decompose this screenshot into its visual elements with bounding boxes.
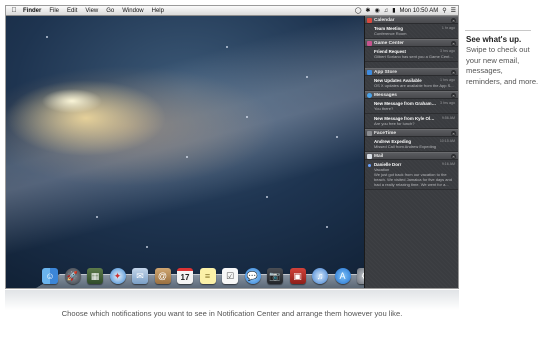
facetime-icon[interactable]: 📷 bbox=[267, 268, 283, 284]
nc-section-game-center: Game Center × Friend Request Gilbert Sor… bbox=[365, 39, 458, 62]
notification-time: 10:15 AM bbox=[439, 139, 455, 143]
spotlight-icon[interactable]: ⚲ bbox=[440, 7, 448, 14]
side-title: See what's up. bbox=[466, 35, 522, 44]
nc-section-calendar: Calendar × Team Meeting Conference Room … bbox=[365, 16, 458, 39]
calendar-icon[interactable]: 17 bbox=[177, 268, 193, 284]
nc-section-facetime: FaceTime × Andrew Expeding Missed Call f… bbox=[365, 129, 458, 152]
notification-time: 3 hrs ago bbox=[440, 101, 455, 105]
nc-section-messages: Messages × New Message from Graham Mi...… bbox=[365, 91, 458, 129]
close-icon[interactable]: × bbox=[451, 130, 456, 136]
notification-item[interactable]: Andrew Expeding Missed Call from Andrew … bbox=[365, 137, 458, 152]
notification-item[interactable]: New Updates Available OS X updates are a… bbox=[365, 76, 458, 91]
notification-time: 9:16 AM bbox=[441, 162, 455, 166]
notification-item[interactable]: New Message from Graham Mi... You there?… bbox=[365, 99, 458, 114]
notification-item[interactable]: New Message from Kyle Olson Are you free… bbox=[365, 114, 458, 129]
notification-time: 1 hr ago bbox=[441, 26, 455, 30]
screen-reflection bbox=[5, 290, 459, 310]
menu-file[interactable]: File bbox=[45, 8, 63, 14]
close-icon[interactable]: × bbox=[451, 40, 456, 46]
unread-dot-icon bbox=[368, 164, 371, 167]
mission-control-icon[interactable]: ▦ bbox=[87, 268, 103, 284]
nc-header-label: Game Center bbox=[374, 40, 404, 46]
nc-header-app-store: App Store × bbox=[365, 68, 458, 76]
menu-edit[interactable]: Edit bbox=[63, 8, 81, 14]
close-icon[interactable]: × bbox=[451, 153, 456, 159]
notification-center-icon[interactable]: ☰ bbox=[449, 7, 458, 14]
side-description: Swipe to check out your new email, messa… bbox=[466, 45, 539, 86]
contacts-icon[interactable]: @ bbox=[154, 268, 171, 284]
notification-detail: Missed Call from Andrew Expeding bbox=[374, 144, 437, 149]
menu-go[interactable]: Go bbox=[102, 8, 118, 14]
close-icon[interactable]: × bbox=[451, 17, 456, 23]
facetime-icon bbox=[367, 130, 372, 136]
notification-detail: Gilbert Soriano has sent you a Game Cent… bbox=[374, 54, 453, 59]
finder-icon[interactable]: ☺ bbox=[42, 268, 58, 284]
notification-body: We just got back from our vacation to th… bbox=[374, 172, 452, 187]
nc-header-label: App Store bbox=[374, 69, 397, 75]
nc-header-label: Mail bbox=[374, 153, 384, 159]
mail-icon[interactable]: ✉ bbox=[132, 268, 148, 284]
app-store-icon bbox=[367, 69, 372, 75]
notes-icon[interactable]: ≡ bbox=[199, 268, 216, 284]
notification-item[interactable]: Team Meeting Conference Room 1 hr ago bbox=[365, 24, 458, 39]
notification-detail: Are you free for lunch? bbox=[374, 121, 415, 126]
mail-icon bbox=[367, 153, 372, 159]
notification-detail: OS X updates are available from the App … bbox=[374, 83, 454, 88]
messages-icon[interactable]: 💬 bbox=[244, 268, 261, 284]
notification-item[interactable]: Friend Request Gilbert Soriano has sent … bbox=[365, 47, 458, 62]
menubar-clock[interactable]: Mon 10:50 AM bbox=[398, 8, 441, 14]
notification-time: 3 hrs ago bbox=[440, 49, 455, 53]
nc-header-mail: Mail × bbox=[365, 152, 458, 160]
mac-desktop-screenshot:  Finder File Edit View Go Window Help ◯… bbox=[5, 5, 459, 289]
notification-time: 1 hrs ago bbox=[440, 78, 455, 82]
calendar-icon bbox=[367, 17, 372, 23]
bluetooth-icon[interactable]: ✱ bbox=[363, 7, 372, 14]
launchpad-icon[interactable]: 🚀 bbox=[64, 268, 81, 284]
photo-booth-icon[interactable]: ▣ bbox=[289, 268, 306, 284]
menu-view[interactable]: View bbox=[81, 8, 102, 14]
dock: ☺ 🚀 ▦ ✦ ✉ @ 17 ≡ ☑ 💬 📷 ▣ ♫ A ⚙ ⇩ 🗑 bbox=[42, 264, 418, 284]
menu-finder[interactable]: Finder bbox=[19, 8, 45, 14]
caption: Choose which notifications you want to s… bbox=[61, 309, 403, 318]
nc-header-label: Calendar bbox=[374, 17, 395, 23]
nc-section-app-store: App Store × New Updates Available OS X u… bbox=[365, 68, 458, 91]
close-icon[interactable]: × bbox=[451, 92, 456, 98]
menu-bar:  Finder File Edit View Go Window Help ◯… bbox=[6, 6, 458, 16]
volume-icon[interactable]: ♫ bbox=[382, 8, 391, 14]
notification-detail: You there? bbox=[374, 106, 394, 111]
messages-icon bbox=[367, 92, 372, 98]
notification-center-panel: Calendar × Team Meeting Conference Room … bbox=[364, 16, 458, 288]
nc-header-messages: Messages × bbox=[365, 91, 458, 99]
nc-header-label: Messages bbox=[374, 92, 397, 98]
reminders-icon[interactable]: ☑ bbox=[222, 268, 238, 284]
nc-header-label: FaceTime bbox=[374, 130, 397, 136]
itunes-icon[interactable]: ♫ bbox=[312, 268, 328, 284]
nc-header-facetime: FaceTime × bbox=[365, 129, 458, 137]
wifi-icon[interactable]: ◉ bbox=[372, 7, 381, 14]
close-icon[interactable]: × bbox=[451, 69, 456, 75]
nc-section-mail: Mail × Danielle Dorr Vacation We just go… bbox=[365, 152, 458, 190]
nc-header-calendar: Calendar × bbox=[365, 16, 458, 24]
app-store-icon[interactable]: A bbox=[334, 268, 351, 284]
safari-icon[interactable]: ✦ bbox=[109, 268, 126, 284]
menu-window[interactable]: Window bbox=[118, 8, 147, 14]
apple-menu-icon[interactable]:  bbox=[9, 7, 19, 14]
notification-item[interactable]: Danielle Dorr Vacation We just got back … bbox=[365, 160, 458, 190]
menu-help[interactable]: Help bbox=[148, 8, 168, 14]
notification-detail: Conference Room bbox=[374, 31, 407, 36]
notification-time: 9:56 AM bbox=[441, 116, 455, 120]
game-center-icon bbox=[367, 40, 372, 46]
nc-header-game-center: Game Center × bbox=[365, 39, 458, 47]
time-machine-icon[interactable]: ◯ bbox=[353, 7, 364, 14]
side-divider bbox=[465, 30, 531, 31]
battery-icon[interactable]: ▮ bbox=[390, 7, 397, 14]
